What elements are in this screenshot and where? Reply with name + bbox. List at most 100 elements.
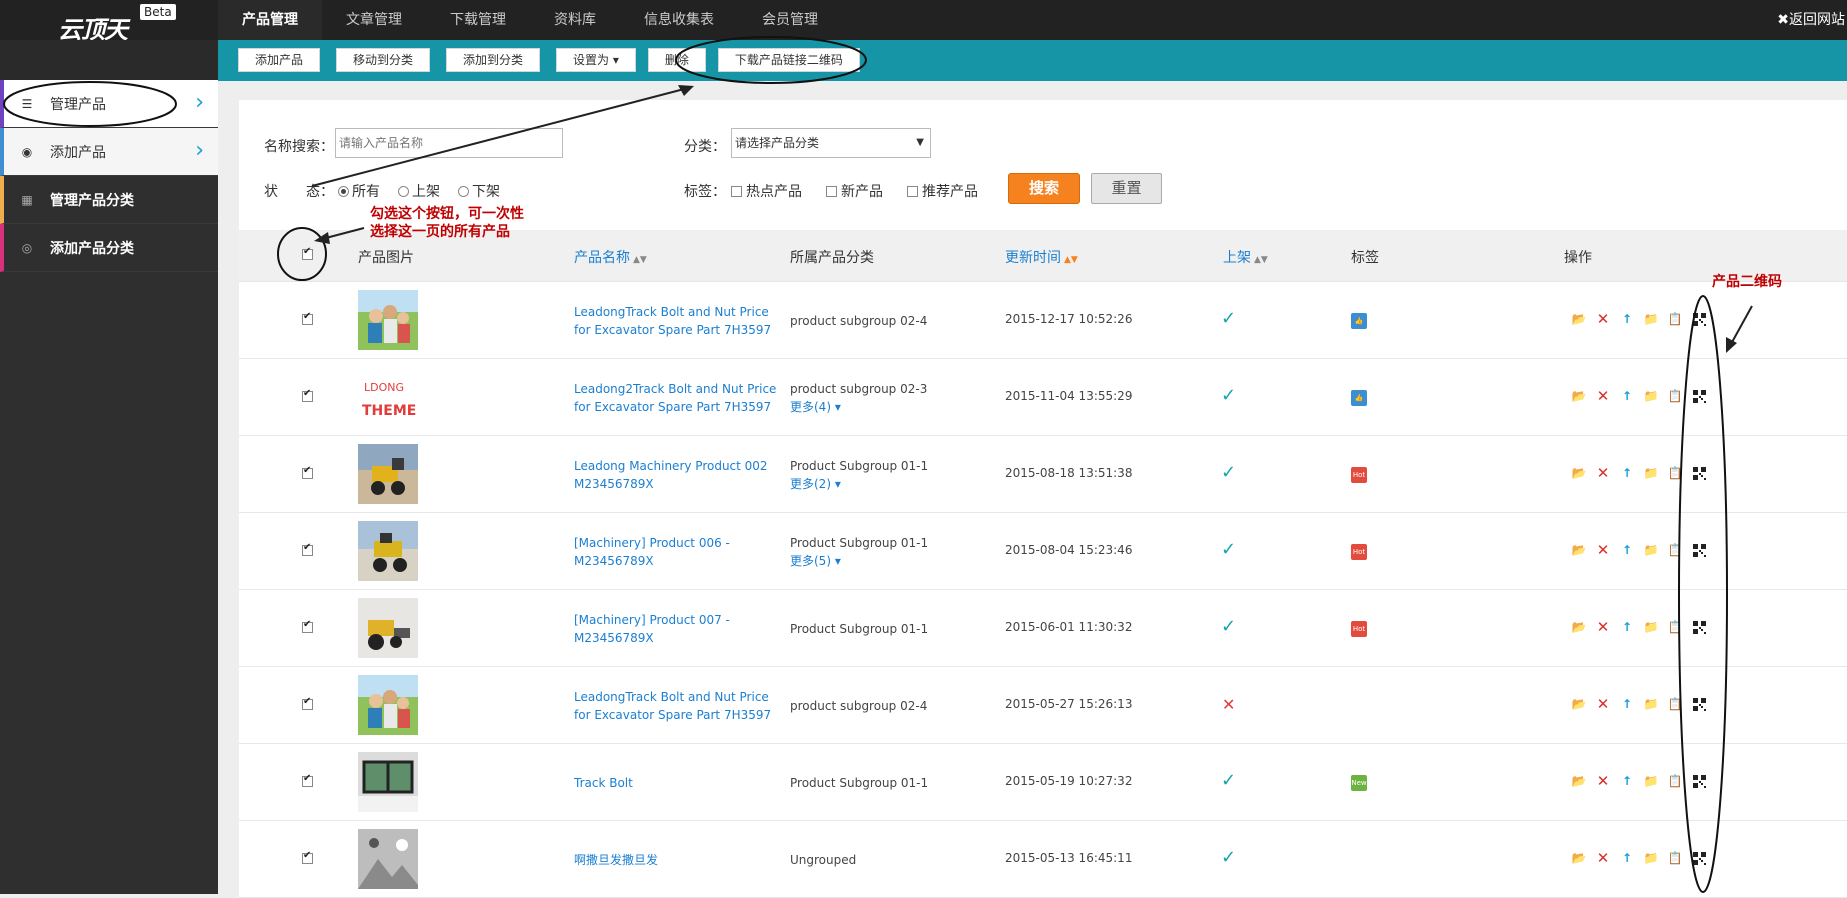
- top-nav-articles[interactable]: 文章管理: [322, 0, 426, 40]
- top-nav-members[interactable]: 会员管理: [738, 0, 842, 40]
- more-categories-link[interactable]: 更多(5) ▾: [790, 552, 928, 570]
- header-name[interactable]: 产品名称 ▲▼: [574, 247, 647, 267]
- row-checkbox[interactable]: [302, 850, 317, 866]
- sidebar-item-add-product[interactable]: ◉ 添加产品 ›: [0, 128, 218, 176]
- qr-code-icon[interactable]: [1691, 465, 1707, 481]
- product-thumbnail[interactable]: [358, 752, 418, 812]
- copy-icon[interactable]: 📋: [1667, 542, 1683, 558]
- delete-icon[interactable]: ✕: [1595, 387, 1611, 405]
- delete-icon[interactable]: ✕: [1595, 772, 1611, 790]
- edit-folder-icon[interactable]: 📂: [1571, 619, 1587, 635]
- top-nav-forms[interactable]: 信息收集表: [620, 0, 738, 40]
- move-up-icon[interactable]: ↑: [1619, 388, 1635, 404]
- online-check-icon[interactable]: ✓: [1221, 385, 1236, 406]
- qr-code-icon[interactable]: [1691, 850, 1707, 866]
- add-folder-icon[interactable]: 📁: [1643, 619, 1659, 635]
- row-checkbox[interactable]: [302, 465, 317, 481]
- sidebar-item-manage-categories[interactable]: ▦ 管理产品分类: [0, 176, 218, 224]
- product-thumbnail[interactable]: [358, 598, 418, 658]
- edit-folder-icon[interactable]: 📂: [1571, 773, 1587, 789]
- add-to-category-button[interactable]: 添加到分类: [446, 48, 541, 72]
- reset-button[interactable]: 重置: [1091, 173, 1162, 204]
- product-name-link[interactable]: LeadongTrack Bolt and Nut Price for Excav…: [574, 688, 794, 724]
- select-all-checkbox[interactable]: [302, 246, 317, 263]
- add-product-button[interactable]: 添加产品: [238, 48, 321, 72]
- delete-button[interactable]: 删除: [647, 48, 706, 72]
- delete-icon[interactable]: ✕: [1595, 541, 1611, 559]
- online-check-icon[interactable]: ✓: [1221, 539, 1236, 560]
- product-thumbnail[interactable]: [358, 290, 418, 350]
- copy-icon[interactable]: 📋: [1667, 696, 1683, 712]
- top-nav-downloads[interactable]: 下载管理: [426, 0, 530, 40]
- qr-code-icon[interactable]: [1691, 619, 1707, 635]
- edit-folder-icon[interactable]: 📂: [1571, 850, 1587, 866]
- add-folder-icon[interactable]: 📁: [1643, 542, 1659, 558]
- move-up-icon[interactable]: ↑: [1619, 619, 1635, 635]
- qr-code-icon[interactable]: [1691, 542, 1707, 558]
- add-folder-icon[interactable]: 📁: [1643, 465, 1659, 481]
- qr-code-icon[interactable]: [1691, 311, 1707, 327]
- online-check-icon[interactable]: ✓: [1221, 462, 1236, 483]
- product-thumbnail[interactable]: [358, 521, 418, 581]
- add-folder-icon[interactable]: 📁: [1643, 388, 1659, 404]
- row-checkbox[interactable]: [302, 696, 317, 712]
- online-check-icon[interactable]: ✓: [1221, 308, 1236, 329]
- add-folder-icon[interactable]: 📁: [1643, 311, 1659, 327]
- move-up-icon[interactable]: ↑: [1619, 311, 1635, 327]
- download-qr-button[interactable]: 下载产品链接二维码: [717, 48, 860, 72]
- product-name-link[interactable]: Leadong Machinery Product 002 M23456789X: [574, 457, 794, 493]
- add-folder-icon[interactable]: 📁: [1643, 696, 1659, 712]
- tag-recommended-checkbox[interactable]: 推荐产品: [907, 181, 978, 201]
- delete-icon[interactable]: ✕: [1595, 618, 1611, 636]
- top-nav-products[interactable]: 产品管理: [218, 0, 322, 40]
- move-up-icon[interactable]: ↑: [1619, 542, 1635, 558]
- copy-icon[interactable]: 📋: [1667, 311, 1683, 327]
- qr-code-icon[interactable]: [1691, 773, 1707, 789]
- product-thumbnail[interactable]: [358, 829, 418, 889]
- qr-code-icon[interactable]: [1691, 388, 1707, 404]
- more-categories-link[interactable]: 更多(2) ▾: [790, 475, 928, 493]
- product-name-link[interactable]: LeadongTrack Bolt and Nut Price for Excav…: [574, 303, 794, 339]
- name-search-input[interactable]: [335, 128, 563, 158]
- move-up-icon[interactable]: ↑: [1619, 696, 1635, 712]
- tag-hot-checkbox[interactable]: 热点产品: [731, 181, 802, 201]
- delete-icon[interactable]: ✕: [1595, 464, 1611, 482]
- delete-icon[interactable]: ✕: [1595, 695, 1611, 713]
- status-radio-online[interactable]: 上架: [398, 181, 440, 201]
- copy-icon[interactable]: 📋: [1667, 773, 1683, 789]
- search-button[interactable]: 搜索: [1008, 173, 1080, 204]
- copy-icon[interactable]: 📋: [1667, 465, 1683, 481]
- product-name-link[interactable]: [Machinery] Product 007 - M23456789X: [574, 611, 794, 647]
- row-checkbox[interactable]: [302, 542, 317, 558]
- product-thumbnail[interactable]: LDONG THEME: [358, 367, 418, 427]
- move-up-icon[interactable]: ↑: [1619, 773, 1635, 789]
- more-categories-link[interactable]: 更多(4) ▾: [790, 398, 927, 416]
- status-radio-all[interactable]: 所有: [338, 181, 380, 201]
- online-check-icon[interactable]: ✓: [1221, 770, 1236, 791]
- row-checkbox[interactable]: [302, 388, 317, 404]
- product-name-link[interactable]: [Machinery] Product 006 - M23456789X: [574, 534, 794, 570]
- edit-folder-icon[interactable]: 📂: [1571, 465, 1587, 481]
- offline-cross-icon[interactable]: ✕: [1222, 695, 1235, 714]
- product-name-link[interactable]: Track Bolt: [574, 774, 794, 792]
- set-as-dropdown[interactable]: 设置为 ▾: [556, 48, 636, 72]
- product-thumbnail[interactable]: [358, 675, 418, 735]
- row-checkbox[interactable]: [302, 311, 317, 327]
- back-to-site-link[interactable]: ✖返回网站: [1777, 0, 1847, 40]
- add-folder-icon[interactable]: 📁: [1643, 773, 1659, 789]
- product-name-link[interactable]: 啊撒旦发撒旦发: [574, 851, 794, 869]
- header-updated[interactable]: 更新时间 ▲▼: [1005, 247, 1078, 267]
- copy-icon[interactable]: 📋: [1667, 619, 1683, 635]
- copy-icon[interactable]: 📋: [1667, 388, 1683, 404]
- top-nav-library[interactable]: 资料库: [530, 0, 620, 40]
- edit-folder-icon[interactable]: 📂: [1571, 542, 1587, 558]
- edit-folder-icon[interactable]: 📂: [1571, 696, 1587, 712]
- logo[interactable]: 云顶天 Beta: [58, 4, 218, 44]
- add-folder-icon[interactable]: 📁: [1643, 850, 1659, 866]
- move-up-icon[interactable]: ↑: [1619, 850, 1635, 866]
- online-check-icon[interactable]: ✓: [1221, 616, 1236, 637]
- qr-code-icon[interactable]: [1691, 696, 1707, 712]
- header-online[interactable]: 上架 ▲▼: [1223, 247, 1268, 267]
- delete-icon[interactable]: ✕: [1595, 310, 1611, 328]
- sidebar-item-add-category[interactable]: ◎ 添加产品分类: [0, 224, 218, 272]
